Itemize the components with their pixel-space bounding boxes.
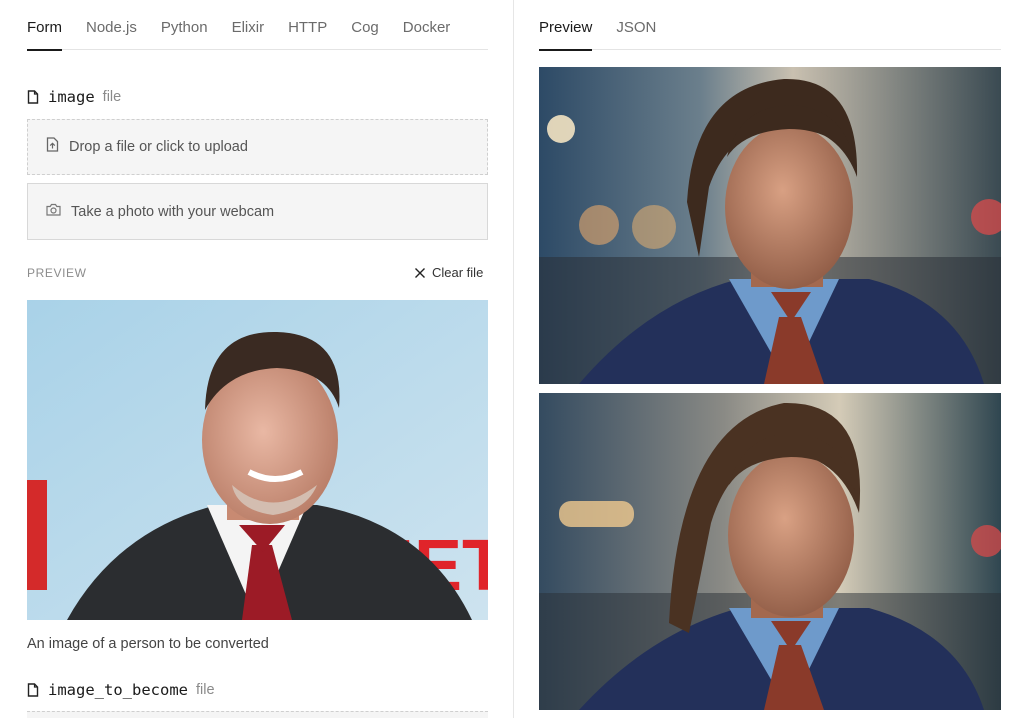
tab-python[interactable]: Python xyxy=(161,0,208,50)
form-tabs: Form Node.js Python Elixir HTTP Cog Dock… xyxy=(27,0,488,51)
output-image xyxy=(539,393,1001,710)
tab-cog[interactable]: Cog xyxy=(351,0,379,50)
tab-json[interactable]: JSON xyxy=(616,0,656,50)
tab-docker[interactable]: Docker xyxy=(403,0,451,50)
file-dropzone-2[interactable] xyxy=(27,711,488,718)
file-icon xyxy=(27,90,39,104)
dropzone-label: Drop a file or click to upload xyxy=(69,139,248,155)
output-tabs: Preview JSON xyxy=(539,0,1001,51)
output-image xyxy=(539,67,1001,384)
file-upload-icon xyxy=(46,137,59,157)
tab-elixir[interactable]: Elixir xyxy=(232,0,265,50)
webcam-label: Take a photo with your webcam xyxy=(71,203,275,220)
tab-preview[interactable]: Preview xyxy=(539,0,593,51)
close-icon xyxy=(415,267,425,278)
clear-file-button[interactable]: Clear file xyxy=(414,265,483,280)
webcam-button[interactable]: Take a photo with your webcam xyxy=(27,183,488,240)
camera-icon xyxy=(46,203,61,221)
tab-http[interactable]: HTTP xyxy=(288,0,327,50)
preview-label: PREVIEW xyxy=(27,266,87,280)
clear-file-label: Clear file xyxy=(432,265,484,280)
field-type: file xyxy=(102,89,122,105)
file-dropzone[interactable]: Drop a file or click to upload xyxy=(27,119,488,175)
image-field-label: image file xyxy=(27,86,121,108)
field-name: image xyxy=(48,88,95,106)
field-name: image_to_become xyxy=(48,681,188,699)
tab-form[interactable]: Form xyxy=(27,0,62,51)
input-form-panel: Form Node.js Python Elixir HTTP Cog Dock… xyxy=(0,0,514,718)
output-panel: Preview JSON xyxy=(514,0,1024,718)
file-icon xyxy=(27,683,39,697)
tab-nodejs[interactable]: Node.js xyxy=(86,0,137,50)
field-type: file xyxy=(195,682,215,698)
input-image-preview: NETFL xyxy=(27,300,488,620)
image-to-become-field-label: image_to_become file xyxy=(27,679,215,701)
image-description: An image of a person to be converted xyxy=(27,636,269,652)
